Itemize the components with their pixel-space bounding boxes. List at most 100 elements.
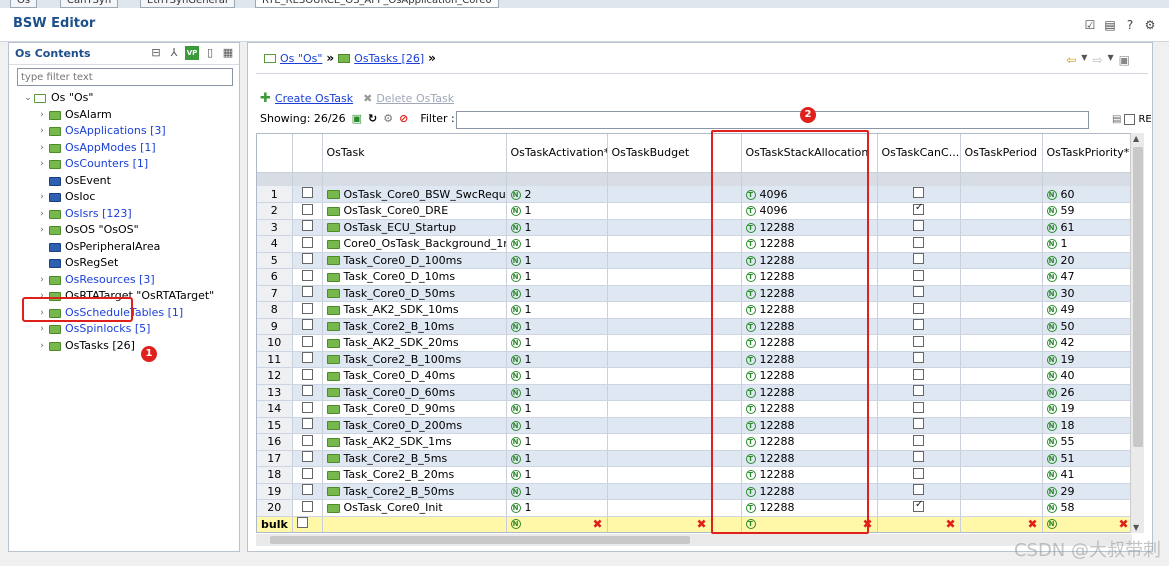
ostaskperiod-cell[interactable] — [960, 417, 1043, 434]
row-select-cell[interactable] — [292, 334, 323, 352]
ostaskperiod-cell[interactable] — [960, 433, 1043, 451]
ostaskcancall-cell[interactable] — [877, 186, 961, 203]
ostaskactivation-cell[interactable]: N1 — [506, 499, 608, 517]
row-select-checkbox[interactable] — [301, 203, 313, 215]
ostaskcancall-checkbox[interactable] — [913, 236, 924, 248]
row-select-cell[interactable] — [292, 252, 323, 269]
ostaskpriority-cell[interactable]: N 18 — [1042, 417, 1131, 434]
document-icon[interactable]: ▯ — [203, 46, 217, 60]
ostaskbudget-cell[interactable] — [607, 367, 712, 385]
export-icon[interactable]: ▤ — [1103, 18, 1117, 32]
ostaskbudget-cell[interactable] — [607, 351, 712, 368]
ostask-cell[interactable]: Task_Core2_B_100ms — [322, 351, 507, 368]
row-select-cell[interactable] — [292, 186, 323, 203]
ostask-cell[interactable]: OsTask_ECU_Startup — [322, 219, 507, 236]
ostask-cell[interactable]: Task_Core2_B_50ms — [322, 483, 507, 500]
ostaskperiod-cell[interactable] — [960, 202, 1043, 220]
ostaskpriority-cell[interactable]: N1 — [1042, 235, 1131, 253]
ostaskpriority-cell[interactable]: N 49 — [1042, 301, 1131, 319]
bulk-ostask-cell[interactable] — [322, 516, 507, 532]
row-select-cell[interactable] — [292, 351, 323, 368]
ostaskbudget-cell[interactable] — [607, 334, 712, 352]
ostaskcancall-cell[interactable] — [877, 483, 961, 500]
re-option[interactable]: ▤ RE — [1112, 114, 1152, 125]
row-select-cell[interactable] — [292, 400, 323, 418]
table-row[interactable]: 18 Task_Core2_B_20ms N 1 T 12288 N 41 — [257, 466, 1131, 484]
forward-dropdown-icon[interactable]: ▼ — [1108, 53, 1114, 67]
tree-item-osos-osos[interactable]: › OsOS "OsOS" — [9, 222, 239, 239]
ostaskperiod-cell[interactable] — [960, 367, 1043, 385]
expand-chevron-icon[interactable]: › — [37, 338, 47, 354]
row-select-checkbox[interactable] — [301, 236, 313, 248]
ostaskperiod-cell[interactable] — [960, 301, 1043, 319]
ostaskactivation-cell[interactable]: N1 — [506, 202, 608, 220]
ostaskactivation-cell[interactable]: N1 — [506, 301, 608, 319]
ostaskactivation-cell[interactable]: N1 — [506, 450, 608, 467]
table-row[interactable]: 15 Task_Core0_D_200ms N 1 T 12288 N 18 — [257, 417, 1131, 434]
table-row[interactable]: 1 OsTask_Core0_BSW_SwcRequest N 2 T 4096 N 60 — [257, 186, 1131, 203]
tree-item-osioc[interactable]: › OsIoc — [9, 189, 239, 206]
row-select-cell[interactable] — [292, 202, 323, 220]
ostaskbudget-cell[interactable] — [607, 268, 712, 286]
ostaskbudget-cell[interactable] — [607, 417, 712, 434]
ostaskbudget-cell[interactable] — [607, 318, 712, 335]
ostaskbudget-cell[interactable] — [607, 433, 712, 451]
ostaskpriority-cell[interactable]: N 20 — [1042, 252, 1131, 269]
ostask-cell[interactable]: Task_Core0_D_100ms — [322, 252, 507, 269]
table-row[interactable]: 8 Task_AK2_SDK_10ms N 1 T 12288 N 49 — [257, 301, 1131, 319]
row-select-checkbox[interactable] — [301, 484, 313, 496]
ostask-cell[interactable]: Task_Core2_B_10ms — [322, 318, 507, 335]
table-row[interactable]: 12 Task_Core0_D_40ms N 1 T 12288 N 40 — [257, 367, 1131, 385]
expand-chevron-icon[interactable]: › — [37, 272, 47, 288]
ostask-cell[interactable]: Task_Core0_D_10ms — [322, 268, 507, 286]
ostaskcancall-cell[interactable] — [877, 384, 961, 401]
ostaskactivation-cell[interactable]: N1 — [506, 252, 608, 269]
ostask-cell[interactable]: Task_Core2_B_20ms — [322, 466, 507, 484]
row-select-checkbox[interactable] — [301, 335, 313, 347]
clear-value-icon[interactable]: ✖ — [592, 517, 602, 531]
scroll-up-icon[interactable]: ▲ — [1133, 134, 1139, 143]
ostaskbudget-cell[interactable] — [607, 186, 712, 203]
table-row[interactable]: 4 Core0_OsTask_Background_1ms N 1 T 12288 N 1 — [257, 235, 1131, 253]
row-select-checkbox[interactable] — [301, 269, 313, 281]
ostaskactivation-cell[interactable]: N1 — [506, 384, 608, 401]
ostaskcancall-checkbox[interactable] — [913, 418, 924, 430]
table-row[interactable]: 16 Task_AK2_SDK_1ms N 1 T 12288 N 55 — [257, 433, 1131, 451]
ostaskperiod-cell[interactable] — [960, 318, 1043, 335]
row-select-cell[interactable] — [292, 499, 323, 517]
row-select-checkbox[interactable] — [301, 220, 313, 232]
tree-item-osappmodes-1[interactable]: › OsAppModes [1] — [9, 140, 239, 157]
filter-settings-icon[interactable]: ⚙ — [383, 112, 393, 125]
top-tab-cantsyn[interactable]: CanTSyn — [60, 0, 119, 8]
ostaskcancall-checkbox[interactable] — [913, 269, 924, 281]
ostaskcancall-checkbox[interactable] — [913, 335, 924, 347]
table-row[interactable]: 3 OsTask_ECU_Startup N 1 T 12288 N 61 — [257, 219, 1131, 236]
ostaskperiod-cell[interactable] — [960, 252, 1043, 269]
table-row[interactable]: 20OsTask_Core0_InitN1T12288N58 — [257, 499, 1131, 517]
bulk-select-checkbox[interactable] — [296, 517, 308, 529]
ostaskperiod-cell[interactable] — [960, 285, 1043, 302]
bulk-edit-row[interactable]: bulk N ✖ ✖ T ✖ ✖ ✖ N ✖ — [257, 516, 1131, 532]
table-row[interactable]: 13 Task_Core0_D_60ms N 1 T 12288 N 26 — [257, 384, 1131, 401]
row-select-cell[interactable] — [292, 318, 323, 335]
ostaskpriority-cell[interactable]: N 61 — [1042, 219, 1131, 236]
col-ostaskpriority[interactable]: OsTaskPriority* — [1042, 134, 1131, 173]
table-row[interactable]: 17 Task_Core2_B_5ms N 1 T 12288 N 51 — [257, 450, 1131, 467]
ostaskpriority-cell[interactable]: N 47 — [1042, 268, 1131, 286]
re-checkbox[interactable] — [1124, 114, 1136, 125]
ostaskpriority-cell[interactable]: N 55 — [1042, 433, 1131, 451]
ostaskpriority-cell[interactable]: N 60 — [1042, 186, 1131, 203]
col-ostaskbudget[interactable]: OsTaskBudget — [607, 134, 712, 173]
vertical-scroll-thumb[interactable] — [1133, 147, 1143, 447]
row-select-checkbox[interactable] — [301, 401, 313, 413]
link-icon[interactable]: ⅄ — [167, 46, 181, 60]
ostask-cell[interactable]: Task_Core0_D_200ms — [322, 417, 507, 434]
tree-item-osspinlocks-5[interactable]: › OsSpinlocks [5] — [9, 321, 239, 338]
tree-filter-field[interactable] — [17, 68, 233, 86]
ostaskbudget-cell[interactable] — [607, 466, 712, 484]
expand-chevron-icon[interactable]: › — [37, 189, 47, 205]
ostaskcancall-cell[interactable] — [877, 268, 961, 286]
ostaskpriority-cell[interactable]: N 19 — [1042, 400, 1131, 418]
ostaskpriority-cell[interactable]: N 51 — [1042, 450, 1131, 467]
col-ostaskcancall[interactable]: OsTaskCanC... — [877, 134, 961, 173]
